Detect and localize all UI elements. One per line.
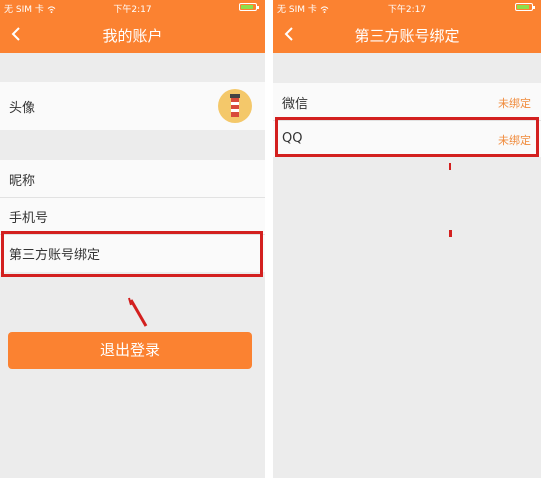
nav-bar: 第三方账号绑定 bbox=[273, 15, 541, 53]
arrow-indicator bbox=[128, 297, 148, 327]
arrow-indicator bbox=[449, 163, 451, 170]
battery-icon bbox=[515, 3, 535, 11]
bind-status: 未绑定 bbox=[498, 134, 531, 147]
third-party-row[interactable]: 第三方账号绑定 bbox=[0, 235, 265, 272]
bind-status: 未绑定 bbox=[498, 97, 531, 110]
avatar[interactable] bbox=[218, 89, 252, 123]
lighthouse-icon bbox=[230, 94, 240, 117]
list-item-qq[interactable]: QQ 未绑定 bbox=[273, 121, 541, 157]
battery-icon bbox=[239, 3, 259, 11]
status-time: 下午2:17 bbox=[387, 5, 427, 15]
list-item-wechat[interactable]: 微信 未绑定 bbox=[273, 83, 541, 120]
logout-button[interactable]: 退出登录 bbox=[8, 332, 252, 369]
status-bar: 无 SIM 卡 下午2:17 bbox=[0, 0, 265, 15]
status-time: 下午2:17 bbox=[113, 5, 152, 15]
list-item-name: QQ bbox=[282, 131, 303, 146]
page-title: 第三方账号绑定 bbox=[354, 27, 460, 45]
arrow-indicator bbox=[449, 230, 452, 237]
list-item-name: 微信 bbox=[282, 97, 309, 112]
third-party-label: 第三方账号绑定 bbox=[9, 248, 101, 263]
binding-screen: 无 SIM 卡 下午2:17 第三方账号绑定 微信 未绑定 QQ 未绑定 bbox=[273, 0, 541, 478]
nickname-row[interactable]: 昵称 bbox=[0, 160, 265, 197]
nav-bar: 我的账户 bbox=[0, 15, 265, 53]
status-bar: 无 SIM 卡 下午2:17 bbox=[273, 0, 541, 15]
phone-row[interactable]: 手机号 bbox=[0, 198, 265, 234]
nickname-label: 昵称 bbox=[9, 174, 36, 189]
avatar-label: 头像 bbox=[9, 101, 36, 116]
account-screen: 无 SIM 卡 下午2:17 我的账户 头像 昵称 手机号 第三方账号绑定 退出… bbox=[0, 0, 265, 478]
phone-label: 手机号 bbox=[9, 211, 49, 226]
page-title: 我的账户 bbox=[102, 27, 163, 45]
